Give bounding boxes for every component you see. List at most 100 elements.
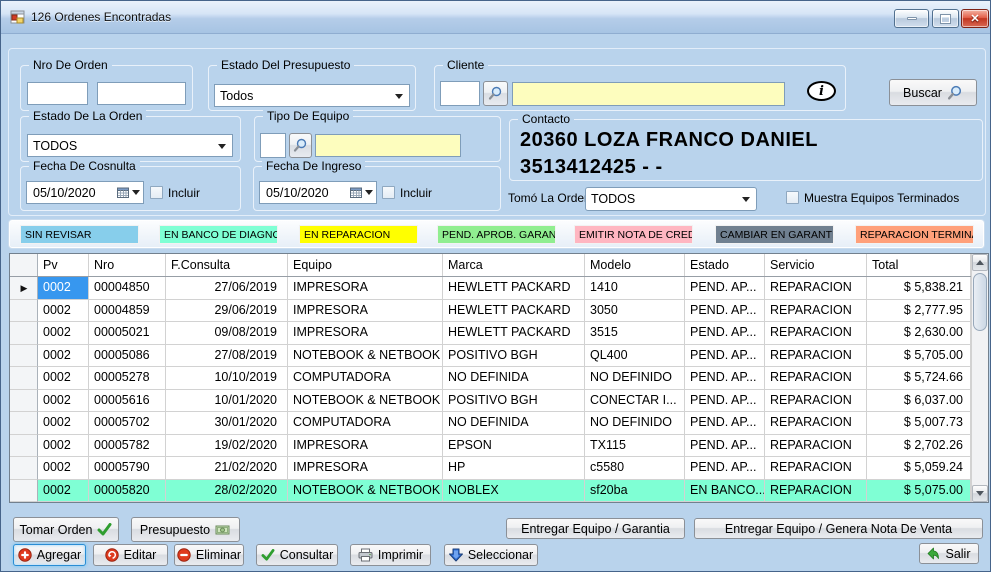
cell-marca[interactable]: EPSON: [443, 434, 585, 457]
cell-modelo[interactable]: 1410: [585, 277, 685, 300]
table-row[interactable]: 0002 00005782 19/02/2020 IMPRESORA EPSON TX11…: [10, 434, 988, 457]
cell-marca[interactable]: HEWLETT PACKARD: [443, 277, 585, 300]
row-header[interactable]: [10, 322, 38, 345]
presupuesto-button[interactable]: Presupuesto: [131, 517, 240, 542]
cell-estado[interactable]: PEND. AP...: [685, 389, 765, 412]
vertical-scrollbar[interactable]: [971, 254, 988, 502]
cell-servicio[interactable]: REPARACION: [765, 479, 867, 502]
cell-fconsulta[interactable]: 19/02/2020: [166, 434, 288, 457]
title-bar[interactable]: 126 Ordenes Encontradas ✕: [1, 1, 990, 34]
cell-fconsulta[interactable]: 27/06/2019: [166, 277, 288, 300]
cell-marca[interactable]: NOBLEX: [443, 479, 585, 502]
entregar-garantia-button[interactable]: Entregar Equipo / Garantia: [506, 518, 685, 539]
row-header[interactable]: [10, 457, 38, 480]
cell-estado[interactable]: EN BANCO...: [685, 479, 765, 502]
cell-equipo[interactable]: IMPRESORA: [288, 299, 443, 322]
cell-modelo[interactable]: NO DEFINIDO: [585, 412, 685, 435]
cell-estado[interactable]: PEND. AP...: [685, 299, 765, 322]
cell-fconsulta[interactable]: 09/08/2019: [166, 322, 288, 345]
cell-nro[interactable]: 00005790: [89, 457, 166, 480]
order-number-to-input[interactable]: [97, 82, 186, 105]
header-estado[interactable]: Estado: [685, 254, 765, 276]
table-row[interactable]: 0002 00005021 09/08/2019 IMPRESORA HEWLETT P…: [10, 322, 988, 345]
muestra-terminados-checkbox[interactable]: [786, 191, 799, 204]
cell-total[interactable]: $ 5,075.00: [867, 479, 971, 502]
cell-pv[interactable]: 0002: [38, 344, 89, 367]
cell-servicio[interactable]: REPARACION: [765, 457, 867, 480]
header-equipo[interactable]: Equipo: [288, 254, 443, 276]
consultar-button[interactable]: Consultar: [256, 544, 338, 566]
scroll-down-button[interactable]: [972, 485, 988, 502]
table-row[interactable]: 0002 00005702 30/01/2020 COMPUTADORA NO DEFI…: [10, 412, 988, 435]
header-modelo[interactable]: Modelo: [585, 254, 685, 276]
cell-pv[interactable]: 0002: [38, 457, 89, 480]
cell-marca[interactable]: NO DEFINIDA: [443, 412, 585, 435]
equipment-code-input[interactable]: [260, 133, 286, 158]
cell-servicio[interactable]: REPARACION: [765, 344, 867, 367]
row-header[interactable]: [10, 299, 38, 322]
cell-equipo[interactable]: COMPUTADORA: [288, 367, 443, 390]
client-code-input[interactable]: [440, 81, 480, 106]
cell-pv[interactable]: 0002: [38, 299, 89, 322]
seleccionar-button[interactable]: Seleccionar: [444, 544, 538, 566]
cell-total[interactable]: $ 5,838.21: [867, 277, 971, 300]
cell-pv[interactable]: 0002: [38, 479, 89, 502]
row-header[interactable]: [10, 367, 38, 390]
cell-fconsulta[interactable]: 29/06/2019: [166, 299, 288, 322]
header-fconsulta[interactable]: F.Consulta: [166, 254, 288, 276]
client-name-field[interactable]: [512, 82, 785, 106]
cell-total[interactable]: $ 2,630.00: [867, 322, 971, 345]
cell-nro[interactable]: 00004859: [89, 299, 166, 322]
cell-modelo[interactable]: 3050: [585, 299, 685, 322]
cell-equipo[interactable]: IMPRESORA: [288, 457, 443, 480]
cell-nro[interactable]: 00005616: [89, 389, 166, 412]
table-row[interactable]: 0002 00005086 27/08/2019 NOTEBOOK & NETBOOK…: [10, 344, 988, 367]
cell-fconsulta[interactable]: 10/01/2020: [166, 389, 288, 412]
cell-pv[interactable]: 0002: [38, 322, 89, 345]
cell-servicio[interactable]: REPARACION: [765, 299, 867, 322]
close-button[interactable]: ✕: [961, 9, 989, 28]
table-row[interactable]: ▶ 0002 00004850 27/06/2019 IMPRESORA HEWLETT …: [10, 277, 988, 300]
cell-pv[interactable]: 0002: [38, 277, 89, 300]
estado-orden-select[interactable]: TODOS: [27, 134, 233, 157]
cell-estado[interactable]: PEND. AP...: [685, 344, 765, 367]
cell-total[interactable]: $ 2,777.95: [867, 299, 971, 322]
fecha-consulta-incluir-checkbox[interactable]: [150, 186, 163, 199]
cell-fconsulta[interactable]: 28/02/2020: [166, 479, 288, 502]
cell-estado[interactable]: PEND. AP...: [685, 367, 765, 390]
scrollbar-thumb[interactable]: [973, 273, 987, 331]
cell-pv[interactable]: 0002: [38, 389, 89, 412]
row-header[interactable]: [10, 479, 38, 502]
table-row[interactable]: 0002 00005790 21/02/2020 IMPRESORA HP c5580 PE…: [10, 457, 988, 480]
row-header[interactable]: [10, 389, 38, 412]
order-number-from-input[interactable]: [27, 82, 88, 105]
salir-button[interactable]: Salir: [919, 543, 979, 564]
cell-nro[interactable]: 00005702: [89, 412, 166, 435]
entregar-nota-venta-button[interactable]: Entregar Equipo / Genera Nota De Venta: [694, 518, 983, 539]
cell-total[interactable]: $ 2,702.26: [867, 434, 971, 457]
cell-fconsulta[interactable]: 27/08/2019: [166, 344, 288, 367]
cell-modelo[interactable]: 3515: [585, 322, 685, 345]
cell-modelo[interactable]: QL400: [585, 344, 685, 367]
cell-equipo[interactable]: COMPUTADORA: [288, 412, 443, 435]
cell-equipo[interactable]: IMPRESORA: [288, 277, 443, 300]
cell-marca[interactable]: POSITIVO BGH: [443, 389, 585, 412]
cell-marca[interactable]: HEWLETT PACKARD: [443, 299, 585, 322]
cell-modelo[interactable]: NO DEFINIDO: [585, 367, 685, 390]
cell-equipo[interactable]: NOTEBOOK & NETBOOK: [288, 479, 443, 502]
header-pv[interactable]: Pv: [38, 254, 89, 276]
cell-nro[interactable]: 00005820: [89, 479, 166, 502]
equipment-search-button[interactable]: [289, 133, 312, 158]
client-search-button[interactable]: [483, 81, 508, 106]
cell-equipo[interactable]: IMPRESORA: [288, 322, 443, 345]
cell-marca[interactable]: HEWLETT PACKARD: [443, 322, 585, 345]
cell-total[interactable]: $ 5,007.73: [867, 412, 971, 435]
cell-marca[interactable]: NO DEFINIDA: [443, 367, 585, 390]
header-servicio[interactable]: Servicio: [765, 254, 867, 276]
row-header[interactable]: ▶: [10, 277, 38, 300]
cell-fconsulta[interactable]: 10/10/2019: [166, 367, 288, 390]
cell-nro[interactable]: 00005086: [89, 344, 166, 367]
table-row[interactable]: 0002 00005278 10/10/2019 COMPUTADORA NO DEFI…: [10, 367, 988, 390]
cell-total[interactable]: $ 6,037.00: [867, 389, 971, 412]
cell-pv[interactable]: 0002: [38, 434, 89, 457]
